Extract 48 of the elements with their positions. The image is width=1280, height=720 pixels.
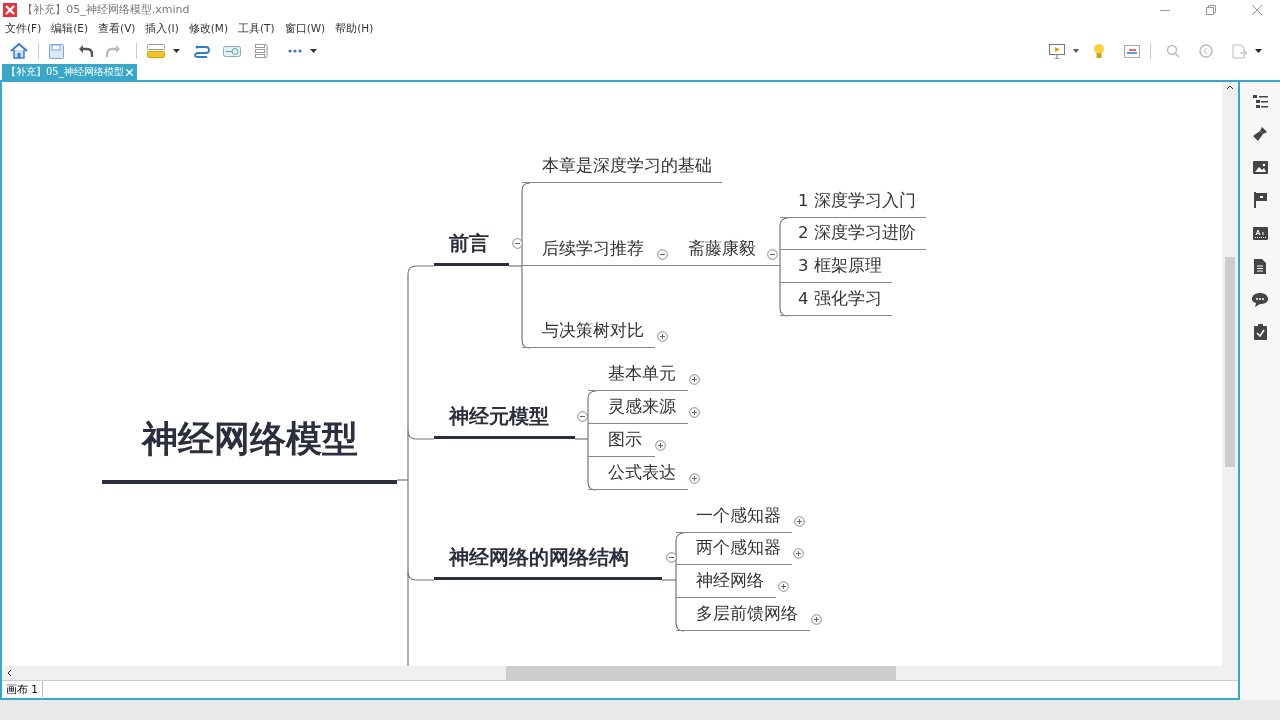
central-topic[interactable]: 神经网络模型 [102, 398, 397, 484]
subtopic[interactable]: 灵感来源 [588, 394, 688, 424]
subtopic[interactable]: 基本单元 [588, 361, 688, 391]
subtopic[interactable]: 公式表达 [588, 460, 688, 490]
subtopic[interactable]: 一个感知器 [676, 503, 792, 533]
expand-toggle[interactable] [778, 578, 789, 589]
expand-toggle[interactable] [657, 328, 668, 339]
collapse-toggle[interactable] [577, 408, 588, 419]
subtopic[interactable]: 1 深度学习入门 [780, 188, 926, 218]
subtopic[interactable]: 3 框架原理 [780, 253, 892, 283]
main-topic[interactable]: 神经元模型 [434, 399, 575, 439]
subtopic[interactable]: 图示 [588, 427, 655, 457]
close-icon[interactable] [1252, 5, 1262, 15]
collapse-toggle[interactable] [666, 549, 677, 560]
menu-item[interactable]: 工具(T) [233, 20, 280, 36]
expand-toggle[interactable] [689, 371, 700, 382]
horizontal-scrollbar[interactable] [2, 666, 1238, 680]
subtopic[interactable]: 神经网络 [676, 568, 776, 598]
menu-item[interactable]: 窗口(W) [279, 20, 331, 36]
collapse-toggle[interactable] [767, 246, 778, 257]
menu-item[interactable]: 文件(F) [0, 20, 47, 36]
subtopic[interactable]: 与决策树对比 [522, 318, 655, 348]
main-topic[interactable]: 神经网络的网络结构 [434, 540, 662, 580]
vertical-scrollbar[interactable] [1222, 82, 1238, 666]
subtopic[interactable]: 4 强化学习 [780, 286, 892, 316]
menu-item[interactable]: 帮助(H) [330, 20, 379, 36]
subtopic[interactable]: 本章是深度学习的基础 [522, 153, 722, 183]
collapse-toggle[interactable] [657, 246, 668, 257]
expand-toggle[interactable] [794, 513, 805, 524]
scrollbar-thumb[interactable] [506, 666, 896, 680]
menu-item[interactable]: 修改(M) [183, 20, 233, 36]
window-title: 【补充】05_神经网络模型.xmind [22, 1, 190, 18]
restore-icon[interactable] [1206, 5, 1216, 15]
expand-toggle[interactable] [689, 470, 700, 481]
expand-toggle[interactable] [811, 611, 822, 622]
menu-item[interactable]: 插入(I) [140, 20, 184, 36]
scrollbar-thumb[interactable] [1225, 257, 1235, 467]
menu-item[interactable]: 编辑(E) [46, 20, 94, 36]
app-logo-icon [2, 3, 17, 17]
subtopic[interactable]: 2 深度学习进阶 [780, 220, 926, 250]
expand-toggle[interactable] [689, 404, 700, 415]
menu-item[interactable]: 查看(V) [93, 20, 141, 36]
collapse-toggle[interactable] [512, 235, 523, 246]
expand-toggle[interactable] [793, 545, 804, 556]
subtopic[interactable]: 两个感知器 [676, 535, 792, 565]
main-topic[interactable]: 前言 [434, 226, 509, 266]
expand-toggle[interactable] [655, 437, 666, 448]
subtopic[interactable]: 多层前馈网络 [676, 601, 810, 631]
